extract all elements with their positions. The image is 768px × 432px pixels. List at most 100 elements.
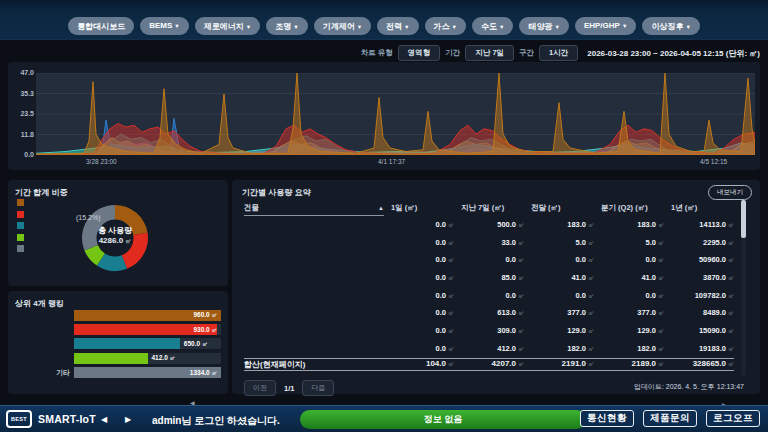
chart-controls: 차트 유형 영역형 기간 지난 7일 구간 1시간 2026-03-28 23:… <box>361 45 760 61</box>
table-row[interactable]: 0.0㎥33.0㎥5.0㎥5.0㎥2295.0㎥ <box>244 234 734 252</box>
footer-label: 합산(현재페이지) <box>244 359 384 370</box>
caret-down-icon: ▼ <box>685 24 690 30</box>
top-navigation-bar: 통합대시보드 BEMS▼ 제로에너지▼ 조명▼ 기계제어▼ 전력▼ 가스▼ 수도▼ 태양광▼ EH… <box>0 0 768 40</box>
column-header[interactable]: 1년 (㎥) <box>664 203 734 213</box>
nav-item-3[interactable]: 조명▼ <box>266 17 307 35</box>
cell-value: 0.0㎥ <box>524 255 594 265</box>
column-header[interactable]: 분기 (Q2) (㎥) <box>594 203 664 213</box>
usage-summary-table: 건물▲1일 (㎥)지난 7일 (㎥)전달 (㎥)분기 (Q2) (㎥)1년 (㎥… <box>244 200 734 371</box>
ranking-bar-track: 650.0 ㎥ <box>74 338 221 349</box>
ranking-bar-value: 650.0 ㎥ <box>184 340 208 348</box>
ranking-bar-label: 기타 <box>16 368 74 378</box>
table-row[interactable]: 0.0㎥613.0㎥377.0㎥377.0㎥8489.0㎥ <box>244 304 734 322</box>
legend-swatch <box>17 245 24 252</box>
nav-item-0[interactable]: 통합대시보드 <box>68 17 134 35</box>
next-page-button[interactable]: 다음 <box>302 380 334 396</box>
table-scrollbar[interactable] <box>741 200 746 376</box>
column-header-building[interactable]: 건물▲ <box>244 200 384 216</box>
cell-value: 50960.0㎥ <box>664 255 734 265</box>
nav-item-10[interactable]: 이상징후▼ <box>642 17 699 35</box>
table-scrollbar-thumb[interactable] <box>741 200 746 238</box>
cell-value: 8489.0㎥ <box>664 308 734 318</box>
period-select[interactable]: 지난 7일 <box>465 45 514 61</box>
cell-value: 183.0㎥ <box>594 220 664 230</box>
export-button[interactable]: 내보내기 <box>708 185 752 200</box>
prev-page-button[interactable]: 이전 <box>244 380 276 396</box>
nav-item-2[interactable]: 제로에너지▼ <box>195 17 260 35</box>
column-header[interactable]: 1일 (㎥) <box>384 203 454 213</box>
status-button-1[interactable]: 제품문의 <box>643 410 697 427</box>
nav-item-5[interactable]: 전력▼ <box>377 17 418 35</box>
column-header[interactable]: 전달 (㎥) <box>524 203 594 213</box>
cell-value: 377.0㎥ <box>594 308 664 318</box>
table-row[interactable]: 0.0㎥500.0㎥183.0㎥183.0㎥14113.0㎥ <box>244 216 734 234</box>
date-range-text: 2026-03-28 23:00 ~ 2026-04-05 12:15 (단위:… <box>587 48 760 59</box>
nav-item-8[interactable]: 태양광▼ <box>519 17 568 35</box>
interval-select[interactable]: 1시간 <box>539 45 578 61</box>
cell-value: 15090.0㎥ <box>664 326 734 336</box>
nav-item-1[interactable]: BEMS▼ <box>140 17 189 35</box>
chart-type-select[interactable]: 영역형 <box>398 45 441 61</box>
nav-item-7[interactable]: 수도▼ <box>472 17 513 35</box>
donut-panel-title: 기간 합계 비중 <box>15 187 67 198</box>
brand-name: SMART-IoT <box>38 413 96 425</box>
ranking-bar-row: 960.0 ㎥ <box>16 308 221 322</box>
x-tick-label: 4/1 17:37 <box>378 158 405 165</box>
cell-value: 0.0㎥ <box>384 273 454 283</box>
cell-value: 182.0㎥ <box>524 344 594 354</box>
page-next-icon[interactable]: ▶ <box>125 415 131 424</box>
donut-legend <box>17 199 24 257</box>
nav-item-9[interactable]: EHP/GHP▼ <box>575 17 636 35</box>
footer-value: 2191.0㎥ <box>524 359 594 369</box>
status-bar-buttons: 통신현황 제품문의 로그오프 <box>580 410 760 427</box>
table-row[interactable]: 0.0㎥0.0㎥0.0㎥0.0㎥50960.0㎥ <box>244 251 734 269</box>
cell-value: 412.0㎥ <box>454 344 524 354</box>
notice-banner[interactable]: 정보 없음 <box>300 410 586 429</box>
cell-value: 41.0㎥ <box>524 273 594 283</box>
cell-value: 33.0㎥ <box>454 238 524 248</box>
ranking-bar-value: 930.0 ㎥ <box>193 326 217 334</box>
legend-swatch <box>17 234 24 241</box>
cell-value: 129.0㎥ <box>594 326 664 336</box>
cell-value: 182.0㎥ <box>594 344 664 354</box>
y-tick-label: 11.8 <box>12 131 34 138</box>
table-row[interactable]: 0.0㎥309.0㎥129.0㎥129.0㎥15090.0㎥ <box>244 322 734 340</box>
ranking-bar-fill[interactable] <box>74 338 180 349</box>
cell-value: 14113.0㎥ <box>664 220 734 230</box>
area-chart-plot[interactable] <box>36 73 755 155</box>
caret-down-icon: ▼ <box>452 24 457 30</box>
table-body: 0.0㎥500.0㎥183.0㎥183.0㎥14113.0㎥0.0㎥33.0㎥5… <box>244 216 734 358</box>
column-header[interactable]: 지난 7일 (㎥) <box>454 203 524 213</box>
table-row[interactable]: 0.0㎥85.0㎥41.0㎥41.0㎥3870.0㎥ <box>244 269 734 287</box>
nav-item-6[interactable]: 가스▼ <box>425 17 466 35</box>
best-logo: BEST <box>6 410 32 428</box>
table-row[interactable]: 0.0㎥412.0㎥182.0㎥182.0㎥19183.0㎥ <box>244 340 734 358</box>
cell-value: 183.0㎥ <box>524 220 594 230</box>
legend-swatch <box>17 199 24 206</box>
ranking-bar-row: 930.0 ㎥ <box>16 322 221 336</box>
nav-item-4[interactable]: 기계제어▼ <box>314 17 371 35</box>
cell-value: 0.0㎥ <box>384 326 454 336</box>
table-row[interactable]: 0.0㎥0.0㎥0.0㎥0.0㎥109782.0㎥ <box>244 287 734 305</box>
caret-down-icon: ▼ <box>293 24 298 30</box>
cell-value: 0.0㎥ <box>384 344 454 354</box>
cell-value: 613.0㎥ <box>454 308 524 318</box>
table-header: 건물▲1일 (㎥)지난 7일 (㎥)전달 (㎥)분기 (Q2) (㎥)1년 (㎥… <box>244 200 734 216</box>
ranking-bar-track: 1334.0 ㎥ <box>74 367 221 378</box>
usage-summary-panel: 기간별 사용량 요약 내보내기 건물▲1일 (㎥)지난 7일 (㎥)전달 (㎥)… <box>232 180 760 394</box>
status-button-0[interactable]: 통신현황 <box>580 410 634 427</box>
ranking-bar-track: 960.0 ㎥ <box>74 310 221 321</box>
ranking-bar-fill[interactable] <box>74 353 148 364</box>
cell-value: 0.0㎥ <box>384 220 454 230</box>
ranking-bar-track: 412.0 ㎥ <box>74 353 221 364</box>
page-prev-icon[interactable]: ◀ <box>101 415 107 424</box>
legend-swatch <box>17 211 24 218</box>
cell-value: 0.0㎥ <box>384 308 454 318</box>
status-bar: BEST SMART-IoT ◀ ▶ admin님 로그인 하셨습니다. 정보 … <box>0 405 768 432</box>
status-button-2[interactable]: 로그오프 <box>706 410 760 427</box>
ranking-bar-row: 412.0 ㎥ <box>16 351 221 365</box>
ranking-bar-value: 1334.0 ㎥ <box>190 369 217 377</box>
cell-value: 0.0㎥ <box>384 255 454 265</box>
ranking-bar-track: 930.0 ㎥ <box>74 324 221 335</box>
x-tick-label: 4/5 12:15 <box>700 158 727 165</box>
